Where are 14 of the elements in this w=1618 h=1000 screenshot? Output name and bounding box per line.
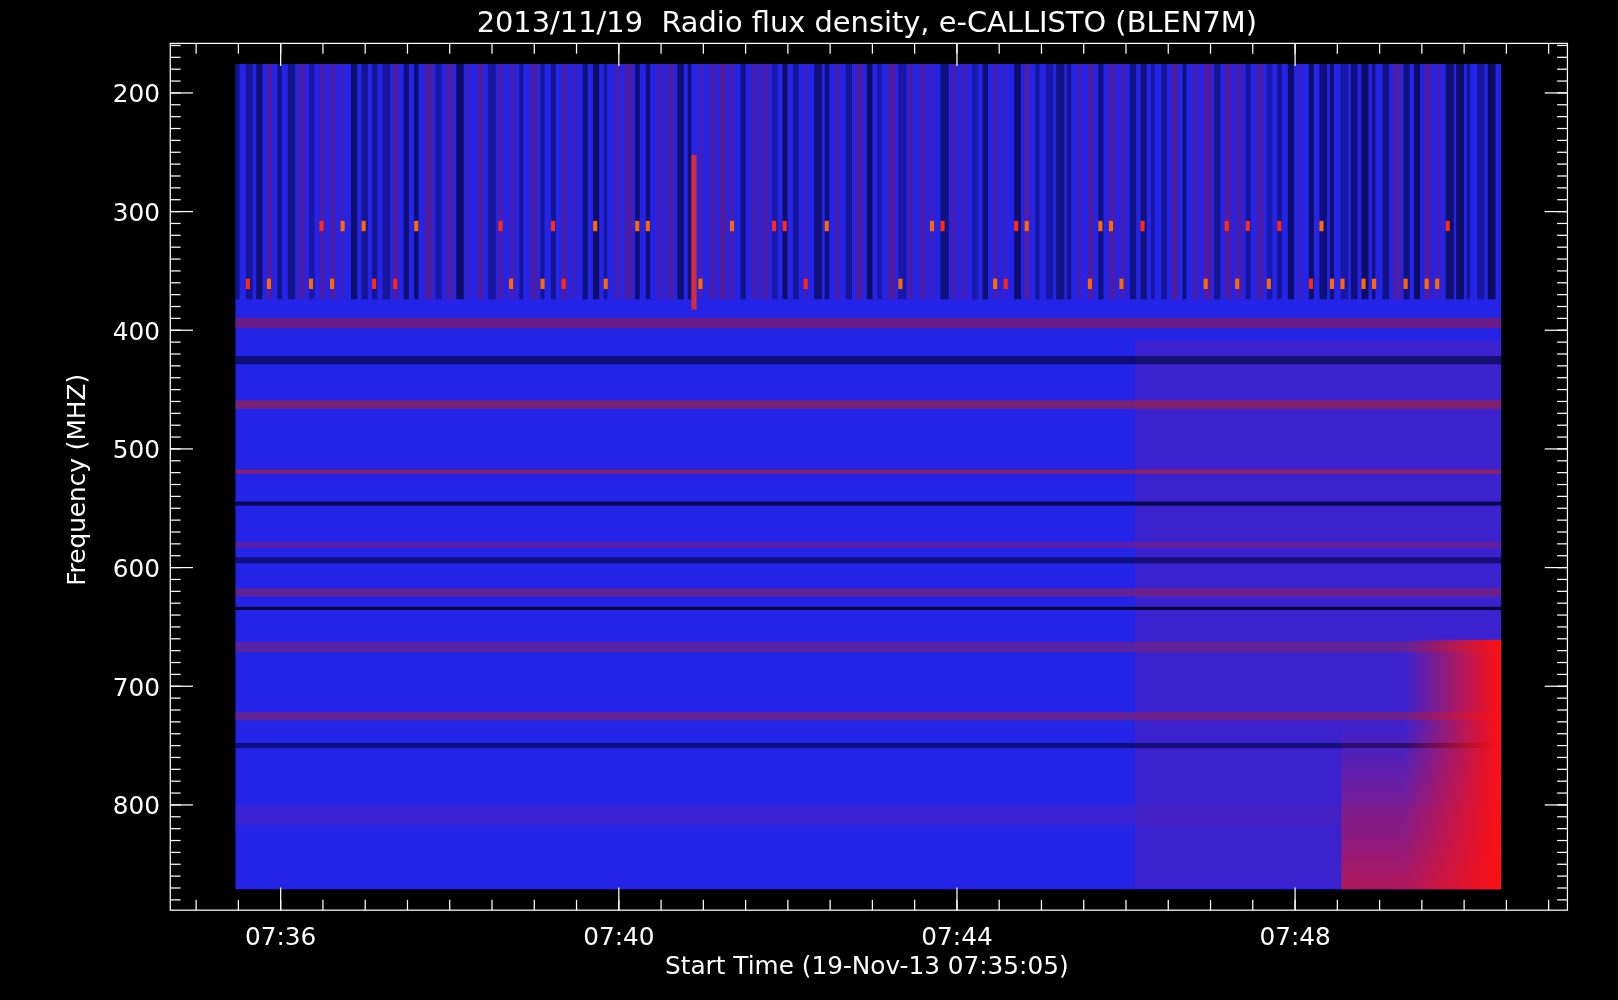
y-tick-label: 800 — [112, 791, 160, 821]
x-tick-label: 07:48 — [1259, 922, 1331, 952]
x-axis-label: Start Time (19-Nov-13 07:35:05) — [665, 951, 1069, 981]
y-tick-label: 400 — [112, 316, 160, 346]
x-tick-label: 07:36 — [245, 922, 317, 952]
y-tick-label: 600 — [112, 553, 160, 583]
x-tick-label: 07:44 — [921, 922, 993, 952]
y-tick-label: 500 — [112, 435, 160, 465]
y-tick-label: 700 — [112, 672, 160, 702]
y-tick-label: 300 — [112, 197, 160, 227]
y-axis-label: Frequency (MHZ) — [61, 373, 91, 586]
chart-title: 2013/11/19 Radio flux density, e-CALLISTO (BLEN7M) — [476, 5, 1257, 40]
x-tick-label: 07:40 — [583, 922, 655, 952]
y-tick-label: 200 — [112, 79, 160, 109]
